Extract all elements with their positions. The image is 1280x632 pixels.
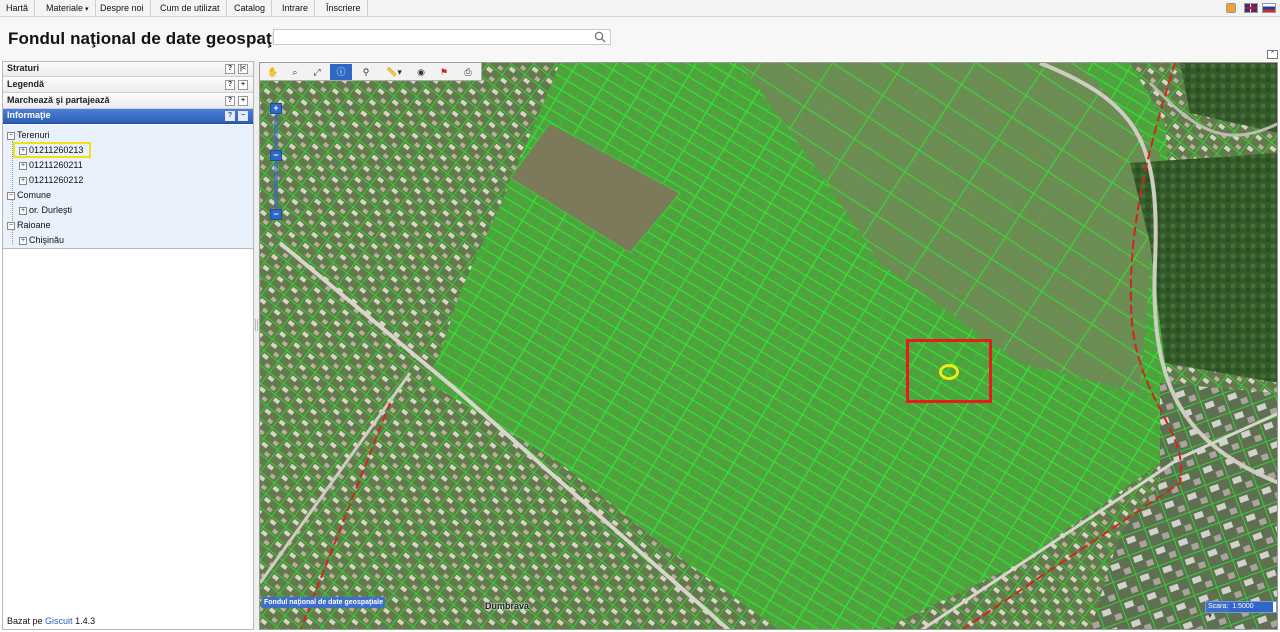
selected-parcel-highlight — [13, 142, 91, 158]
english-flag-icon[interactable] — [1244, 3, 1258, 13]
russian-flag-icon[interactable] — [1262, 3, 1276, 13]
nav-intrare[interactable]: Intrare — [276, 0, 316, 16]
tree-group-terenuri[interactable]: − Terenuri — [7, 129, 50, 141]
pan-icon[interactable]: ✋ — [262, 64, 284, 80]
search-box[interactable] — [273, 29, 611, 45]
panel-legend[interactable]: Legendă ? + — [3, 78, 253, 93]
map-imagery — [260, 63, 1277, 629]
nav-harta[interactable]: Hartă — [0, 0, 36, 16]
splitter-grip-icon[interactable] — [255, 319, 258, 331]
top-navigation: Hartă Materiale ▾ Despre noi Cum de utili… — [0, 0, 1280, 17]
panel-layers[interactable]: Straturi ? |< — [3, 62, 253, 77]
help-icon[interactable]: ? — [225, 80, 235, 90]
tree-item-district[interactable]: + Chişinău — [19, 234, 64, 246]
point-marker — [939, 364, 959, 380]
panel-share[interactable]: Marchează şi partajează ? + — [3, 94, 253, 109]
nav-harta-label: Hartă — [6, 3, 29, 13]
zoom-slider-track[interactable] — [274, 162, 278, 208]
collapse-header-icon[interactable]: ⌃ — [1267, 50, 1278, 59]
nav-catalog[interactable]: Catalog — [228, 0, 273, 16]
help-icon[interactable]: ? — [225, 96, 235, 106]
full-extent-icon[interactable]: ⤢ — [306, 64, 328, 80]
tree-item-parcel[interactable]: +01211260212 — [19, 174, 83, 186]
tree-item-label: 01211260212 — [29, 175, 84, 185]
tree-group-label: Terenuri — [17, 130, 50, 140]
scale-control[interactable]: Scara: 1:5000 ▾ — [1205, 601, 1277, 620]
tree-item-commune[interactable]: + or. Durleşti — [19, 204, 72, 216]
village-label: Dumbrava — [485, 601, 530, 611]
nav-inscriere-label: Înscriere — [326, 3, 361, 13]
panel-layers-title: Straturi — [7, 63, 40, 73]
nav-inscriere[interactable]: Înscriere — [320, 0, 368, 16]
nav-intrare-label: Intrare — [282, 3, 309, 13]
rss-icon[interactable] — [1226, 3, 1236, 13]
chevron-down-icon[interactable]: ▾ — [1206, 612, 1214, 622]
tree-group-label: Raioane — [17, 220, 51, 230]
expand-icon[interactable]: + — [19, 206, 27, 215]
print-icon[interactable]: ⎙ — [457, 64, 479, 80]
header: Fondul naţional de date geospaţiale ⌃ — [0, 17, 1280, 61]
zoom-slider-handle[interactable]: − — [270, 150, 282, 161]
zoom-in-button[interactable]: + — [270, 103, 282, 114]
help-icon[interactable]: ? — [225, 111, 235, 121]
zoom-slider-track[interactable] — [274, 115, 278, 149]
map-caption: Fondul naţional de date geospaţiale — [262, 597, 386, 608]
measure-icon[interactable]: 📏▾ — [380, 64, 408, 80]
nav-despre-noi[interactable]: Despre noi — [94, 0, 151, 16]
collapse-icon[interactable]: − — [7, 131, 15, 140]
panel-legend-title: Legendă — [7, 79, 45, 89]
nav-cum-de-utilizat[interactable]: Cum de utilizat — [154, 0, 227, 16]
panel-share-title: Marchează şi partajează — [7, 95, 110, 105]
collapse-panel-icon[interactable]: |< — [238, 64, 248, 74]
nav-materiale[interactable]: Materiale ▾ — [40, 0, 96, 16]
target-icon[interactable]: ◉ — [410, 64, 432, 80]
tree-item-label: or. Durleşti — [29, 205, 73, 215]
tree-group-label: Comune — [17, 190, 52, 200]
map-toolbar: ✋ ⌕ ⤢ ⓘ ⚲ 📏▾ ◉ ⚑ ⎙ — [260, 63, 482, 81]
nav-materiale-label: Materiale — [46, 3, 84, 13]
tree-item-label: Chişinău — [29, 235, 65, 245]
map-view[interactable]: ✋ ⌕ ⤢ ⓘ ⚲ 📏▾ ◉ ⚑ ⎙ + − − Fondul naţional… — [259, 62, 1278, 630]
nav-despre-noi-label: Despre noi — [100, 3, 144, 13]
page-title: Fondul naţional de date geospaţiale — [8, 29, 301, 48]
nav-catalog-label: Catalog — [234, 3, 266, 13]
expand-icon[interactable]: + — [238, 96, 248, 106]
giscuit-link[interactable]: Giscuit — [45, 616, 73, 626]
footer-prefix: Bazat pe — [7, 616, 43, 626]
expand-icon[interactable]: + — [19, 236, 27, 245]
tree-group-comune[interactable]: − Comune — [7, 189, 51, 201]
tree-item-label: 01211260211 — [29, 160, 83, 170]
collapse-icon[interactable]: − — [7, 221, 15, 230]
help-icon[interactable]: ? — [225, 64, 235, 74]
chevron-down-icon: ▾ — [85, 6, 89, 13]
tree-item-parcel[interactable]: +01211260211 — [19, 159, 83, 171]
expand-icon[interactable]: + — [238, 80, 248, 90]
zoom-out-button[interactable]: − — [270, 209, 282, 220]
flag-icon[interactable]: ⚑ — [433, 64, 455, 80]
expand-icon[interactable]: + — [19, 161, 27, 170]
expand-icon[interactable]: + — [19, 176, 27, 185]
tree-group-raioane[interactable]: − Raioane — [7, 219, 51, 231]
search-input[interactable] — [274, 30, 592, 44]
scale-select[interactable]: 1:5000 — [1230, 602, 1274, 612]
footer-credit: Bazat pe Giscuit 1.4.3 — [7, 616, 95, 626]
info-icon[interactable]: ⓘ — [330, 64, 352, 80]
zoom-box-icon[interactable]: ⌕ — [284, 64, 306, 80]
binoculars-icon[interactable]: ⚲ — [355, 64, 377, 80]
search-icon[interactable] — [594, 31, 606, 43]
nav-cum-de-utilizat-label: Cum de utilizat — [160, 3, 220, 13]
panel-info-title: Informaţie — [7, 110, 51, 120]
footer-version: 1.4.3 — [75, 616, 96, 626]
scale-label: Scara: — [1206, 602, 1231, 612]
panel-info[interactable]: Informaţie ? − — [3, 109, 253, 124]
minimize-icon[interactable]: − — [238, 111, 248, 121]
collapse-icon[interactable]: − — [7, 191, 15, 200]
